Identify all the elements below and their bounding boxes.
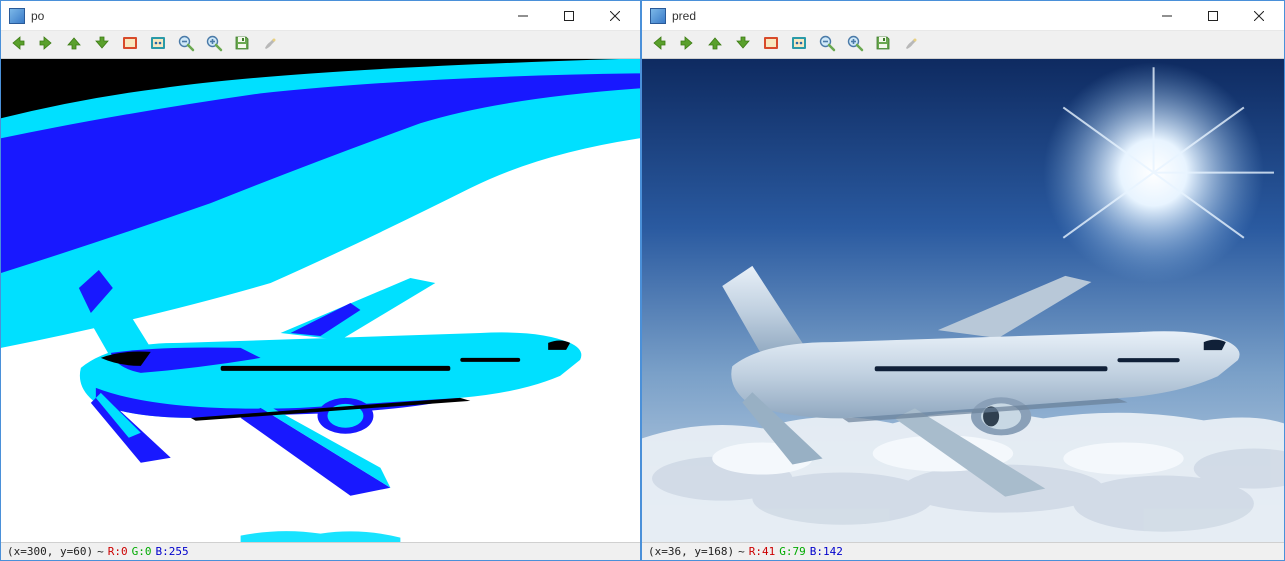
frame-icon <box>762 34 780 55</box>
frame-icon <box>121 34 139 55</box>
forward-icon <box>678 34 696 55</box>
window-controls <box>1144 2 1282 30</box>
down-icon <box>734 34 752 55</box>
back-button[interactable] <box>648 34 670 56</box>
zoom-out-button[interactable] <box>175 34 197 56</box>
window-title: po <box>31 9 500 23</box>
window-po: po <box>0 0 641 561</box>
status-coord: (x=300, y=60) <box>7 545 93 558</box>
statusbar: (x=36, y=168) ~ R:41 G:79 B:142 <box>642 542 1284 560</box>
brush-button[interactable] <box>900 34 922 56</box>
statusbar: (x=300, y=60) ~ R:0 G:0 B:255 <box>1 542 640 560</box>
status-g: G:79 <box>779 545 806 558</box>
up-icon <box>706 34 724 55</box>
frame-button[interactable] <box>760 34 782 56</box>
maximize-button[interactable] <box>1190 2 1236 30</box>
toolbar <box>642 31 1284 59</box>
status-b: B:255 <box>155 545 188 558</box>
back-icon <box>650 34 668 55</box>
down-button[interactable] <box>732 34 754 56</box>
status-coord: (x=36, y=168) <box>648 545 734 558</box>
zoom-in-button[interactable] <box>203 34 225 56</box>
close-button[interactable] <box>592 2 638 30</box>
window-title: pred <box>672 9 1144 23</box>
up-icon <box>65 34 83 55</box>
brush-icon <box>902 34 920 55</box>
status-b: B:142 <box>810 545 843 558</box>
zoom-out-icon <box>818 34 836 55</box>
image-canvas[interactable] <box>642 59 1284 542</box>
status-tilde: ~ <box>97 545 104 558</box>
back-button[interactable] <box>7 34 29 56</box>
down-button[interactable] <box>91 34 113 56</box>
window-controls <box>500 2 638 30</box>
window-pred: pred <box>641 0 1285 561</box>
forward-button[interactable] <box>35 34 57 56</box>
zoom-in-icon <box>205 34 223 55</box>
meta-button[interactable] <box>147 34 169 56</box>
zoom-out-button[interactable] <box>816 34 838 56</box>
zoom-in-icon <box>846 34 864 55</box>
up-button[interactable] <box>63 34 85 56</box>
image-canvas[interactable] <box>1 59 640 542</box>
close-button[interactable] <box>1236 2 1282 30</box>
save-button[interactable] <box>872 34 894 56</box>
save-button[interactable] <box>231 34 253 56</box>
titlebar[interactable]: po <box>1 1 640 31</box>
status-r: R:0 <box>108 545 128 558</box>
status-g: G:0 <box>132 545 152 558</box>
toolbar <box>1 31 640 59</box>
meta-icon <box>790 34 808 55</box>
app-icon <box>9 8 25 24</box>
minimize-button[interactable] <box>1144 2 1190 30</box>
maximize-button[interactable] <box>546 2 592 30</box>
back-icon <box>9 34 27 55</box>
zoom-out-icon <box>177 34 195 55</box>
frame-button[interactable] <box>119 34 141 56</box>
meta-button[interactable] <box>788 34 810 56</box>
app-icon <box>650 8 666 24</box>
zoom-in-button[interactable] <box>844 34 866 56</box>
status-tilde: ~ <box>738 545 745 558</box>
minimize-button[interactable] <box>500 2 546 30</box>
save-icon <box>233 34 251 55</box>
brush-button[interactable] <box>259 34 281 56</box>
forward-button[interactable] <box>676 34 698 56</box>
up-button[interactable] <box>704 34 726 56</box>
save-icon <box>874 34 892 55</box>
titlebar[interactable]: pred <box>642 1 1284 31</box>
forward-icon <box>37 34 55 55</box>
down-icon <box>93 34 111 55</box>
status-r: R:41 <box>749 545 776 558</box>
meta-icon <box>149 34 167 55</box>
brush-icon <box>261 34 279 55</box>
